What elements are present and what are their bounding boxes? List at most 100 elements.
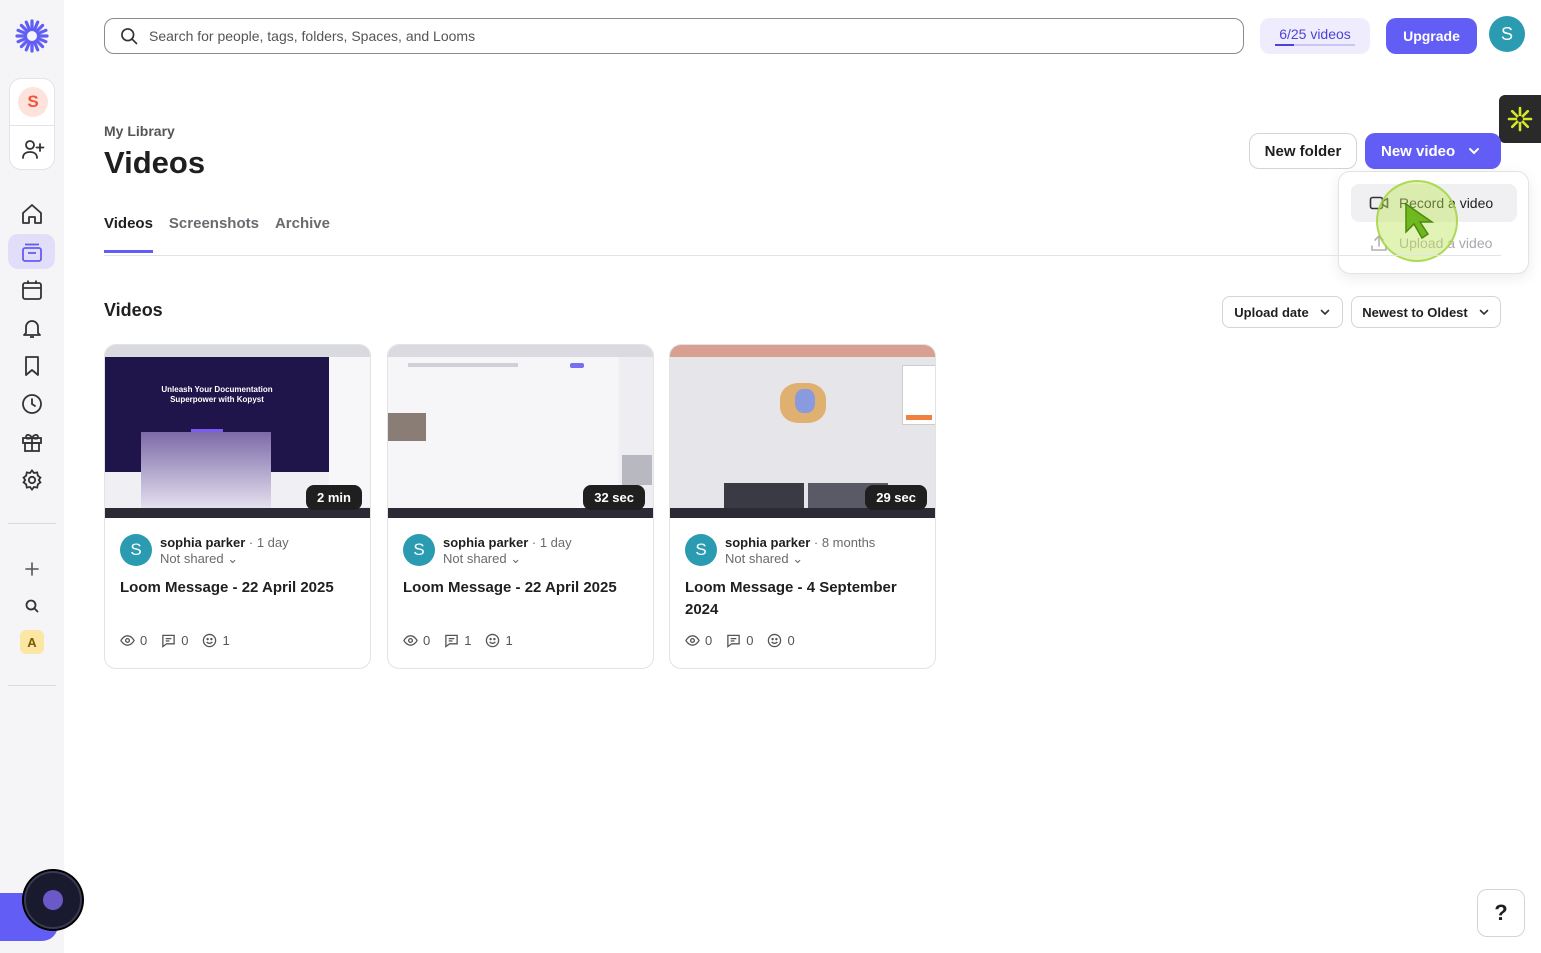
sharing-label: Not shared xyxy=(443,551,507,566)
reactions-stat: 0 xyxy=(767,633,795,648)
comment-icon xyxy=(445,634,459,648)
chevron-down-icon: ⌄ xyxy=(227,551,239,566)
chevron-down-icon xyxy=(1320,309,1330,316)
cursor-highlight xyxy=(1376,180,1458,262)
new-folder-button[interactable]: New folder xyxy=(1249,133,1357,169)
home-icon[interactable] xyxy=(20,202,44,226)
tabs-divider xyxy=(104,255,1501,256)
space-badge[interactable]: A xyxy=(20,630,44,654)
workspace-switcher: S xyxy=(9,78,55,170)
divider xyxy=(8,685,56,686)
upgrade-button[interactable]: Upgrade xyxy=(1386,18,1477,54)
sort-order-dropdown[interactable]: Newest to Oldest xyxy=(1351,296,1501,328)
sort-field-label: Upload date xyxy=(1234,304,1309,320)
comments-count: 1 xyxy=(464,633,472,648)
comments-count: 0 xyxy=(181,633,189,648)
video-stats: 0 0 0 xyxy=(685,633,795,648)
new-video-button[interactable]: New video xyxy=(1365,133,1501,169)
invite-user-icon[interactable] xyxy=(21,137,45,161)
breadcrumb[interactable]: My Library xyxy=(104,123,175,139)
smiley-icon xyxy=(203,633,217,648)
search-bar[interactable] xyxy=(104,18,1244,54)
video-age: · 8 months xyxy=(813,535,876,550)
workspace-avatar[interactable]: S xyxy=(18,87,48,117)
eye-icon xyxy=(685,635,700,646)
reactions-stat: 1 xyxy=(485,633,513,648)
quota-progress-fill xyxy=(1275,44,1295,46)
sharing-status[interactable]: Not shared ⌄ xyxy=(443,551,521,567)
video-quota[interactable]: 6/25 videos xyxy=(1260,18,1370,54)
video-title[interactable]: Loom Message - 22 April 2025 xyxy=(120,577,360,599)
cursor-arrow-icon xyxy=(1405,202,1435,240)
sharing-status[interactable]: Not shared ⌄ xyxy=(725,551,803,567)
video-card[interactable]: 32 sec S sophia parker · 1 day Not share… xyxy=(387,344,654,669)
video-thumbnail[interactable]: 32 sec xyxy=(388,345,653,518)
loom-logo-icon[interactable] xyxy=(14,18,50,54)
quota-label: 6/25 videos xyxy=(1279,26,1351,42)
quota-progress xyxy=(1275,44,1355,46)
owner-info: sophia parker · 1 day xyxy=(443,535,572,550)
comments-stat: 0 xyxy=(161,633,188,648)
video-age: · 1 day xyxy=(531,535,572,550)
section-title: Videos xyxy=(104,300,163,320)
comments-stat: 0 xyxy=(726,633,753,648)
chevron-down-icon: ⌄ xyxy=(792,551,804,566)
bookmark-icon[interactable] xyxy=(20,354,44,378)
help-button[interactable]: ? xyxy=(1477,889,1525,937)
sort-field-dropdown[interactable]: Upload date xyxy=(1222,296,1343,328)
chevron-down-icon xyxy=(1479,309,1489,316)
views-count: 0 xyxy=(705,633,713,648)
owner-name[interactable]: sophia parker xyxy=(443,535,528,550)
library-tabs: Videos Screenshots Archive xyxy=(104,215,330,253)
plus-icon[interactable] xyxy=(20,557,44,581)
reactions-count: 1 xyxy=(505,633,513,648)
views-stat: 0 xyxy=(120,633,147,648)
sharing-status[interactable]: Not shared ⌄ xyxy=(160,551,238,567)
reactions-count: 0 xyxy=(787,633,795,648)
gift-icon[interactable] xyxy=(20,430,44,454)
smiley-icon xyxy=(768,633,782,648)
video-stats: 0 1 1 xyxy=(403,633,513,648)
search-icon[interactable] xyxy=(20,594,44,618)
video-card[interactable]: 29 sec S sophia parker · 8 months Not sh… xyxy=(669,344,936,669)
sidebar: S A xyxy=(0,0,82,953)
tab-archive[interactable]: Archive xyxy=(275,215,330,253)
sort-order-label: Newest to Oldest xyxy=(1362,304,1468,320)
thumbnail-subheadline: Superpower with Kopyst xyxy=(170,395,264,404)
new-video-label: New video xyxy=(1381,142,1456,160)
eye-icon xyxy=(403,635,418,646)
record-button[interactable] xyxy=(24,871,82,929)
video-title[interactable]: Loom Message - 4 September 2024 xyxy=(685,577,925,621)
video-stats: 0 0 1 xyxy=(120,633,230,648)
comments-stat: 1 xyxy=(444,633,471,648)
owner-avatar: S xyxy=(685,534,717,566)
divider xyxy=(10,125,54,126)
video-thumbnail[interactable]: Unleash Your Documentation Superpower wi… xyxy=(105,345,370,518)
calendar-icon[interactable] xyxy=(20,278,44,302)
reactions-stat: 1 xyxy=(202,633,230,648)
tab-screenshots[interactable]: Screenshots xyxy=(169,215,259,253)
video-thumbnail[interactable]: 29 sec xyxy=(670,345,935,518)
owner-name[interactable]: sophia parker xyxy=(725,535,810,550)
extension-icon[interactable] xyxy=(1499,95,1541,143)
views-stat: 0 xyxy=(685,633,712,648)
tab-videos[interactable]: Videos xyxy=(104,215,153,253)
history-icon[interactable] xyxy=(20,392,44,416)
comments-count: 0 xyxy=(746,633,754,648)
user-avatar[interactable]: S xyxy=(1489,16,1525,52)
settings-icon[interactable] xyxy=(20,468,44,492)
library-icon[interactable] xyxy=(20,240,44,264)
video-duration: 32 sec xyxy=(583,485,645,510)
views-stat: 0 xyxy=(403,633,430,648)
search-input[interactable] xyxy=(149,28,1149,44)
owner-name[interactable]: sophia parker xyxy=(160,535,245,550)
video-title[interactable]: Loom Message - 22 April 2025 xyxy=(403,577,643,599)
eye-icon xyxy=(120,635,135,646)
sharing-label: Not shared xyxy=(725,551,789,566)
bell-icon[interactable] xyxy=(20,316,44,340)
video-age: · 1 day xyxy=(248,535,289,550)
video-duration: 29 sec xyxy=(865,485,927,510)
sharing-label: Not shared xyxy=(160,551,224,566)
video-card[interactable]: Unleash Your Documentation Superpower wi… xyxy=(104,344,371,669)
divider xyxy=(8,523,56,524)
